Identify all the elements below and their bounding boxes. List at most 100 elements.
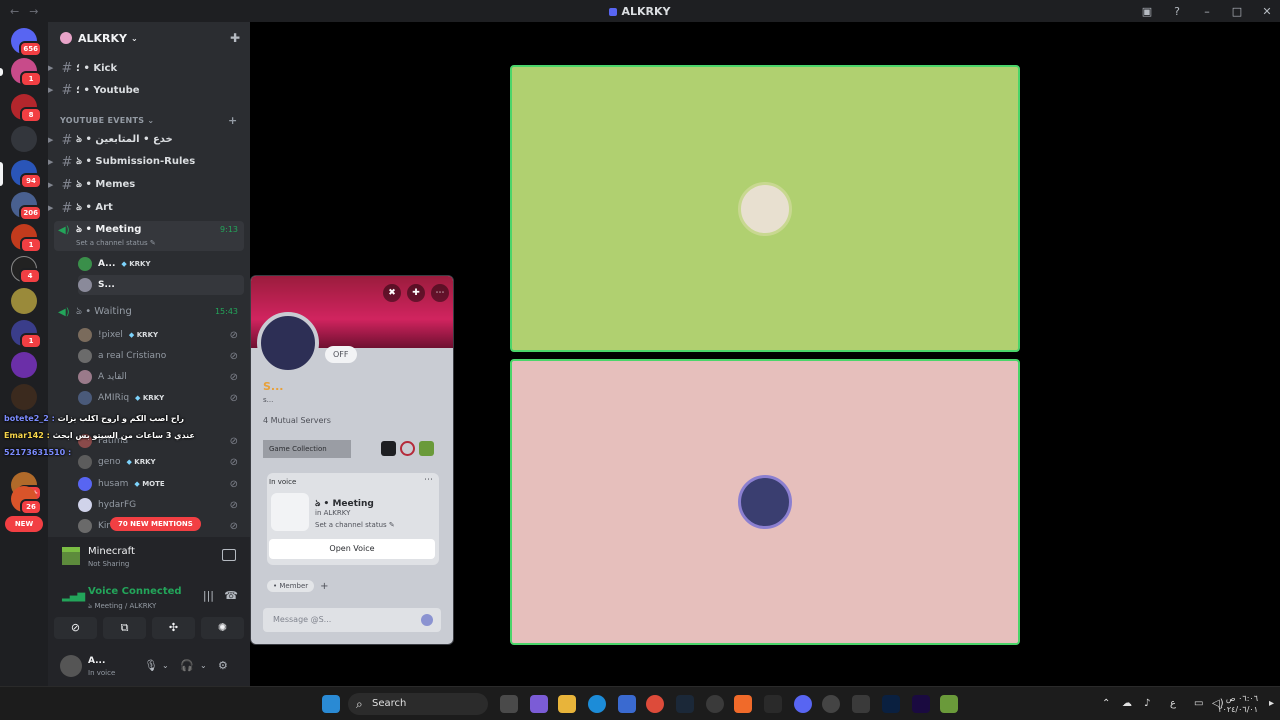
create-channel-icon[interactable]: + <box>228 114 238 127</box>
voice-channel-meeting[interactable]: ◀) ঌ • Meeting 9:13 Set a channel status… <box>54 221 244 251</box>
camera-off-button[interactable]: ⊘ <box>54 617 97 639</box>
game-icon[interactable] <box>400 441 415 456</box>
maximize-button[interactable]: □ <box>1230 5 1244 18</box>
language-indicator[interactable]: ع <box>1170 698 1176 709</box>
server-icon[interactable]: 26 <box>11 486 42 515</box>
soundboard-button[interactable]: ✺ <box>201 617 244 639</box>
crossed-swords-icon[interactable]: ✖ <box>383 284 401 302</box>
voice-location[interactable]: ঌ Meeting / ALKRKY <box>88 600 156 612</box>
voice-member[interactable]: A... KRKY <box>78 254 244 274</box>
cloud-icon[interactable]: ☁ <box>1122 698 1132 709</box>
premiere-icon[interactable] <box>912 695 930 713</box>
x-icon[interactable] <box>764 695 782 713</box>
discord-icon[interactable] <box>794 695 812 713</box>
server-icon[interactable] <box>11 352 37 378</box>
server-icon[interactable]: 1 <box>11 320 42 349</box>
obs-icon[interactable] <box>822 695 840 713</box>
chrome-icon[interactable] <box>646 695 664 713</box>
inbox-icon[interactable]: ▣ <box>1140 5 1154 18</box>
server-icon[interactable]: 206 <box>11 192 42 221</box>
store-icon[interactable] <box>618 695 636 713</box>
avatar[interactable] <box>60 655 82 677</box>
chevron-down-icon[interactable]: ⌄ <box>162 661 169 670</box>
brave-icon[interactable] <box>734 695 752 713</box>
back-arrow-icon[interactable]: ← <box>10 5 19 18</box>
role-chip[interactable]: • Member <box>267 580 315 592</box>
voice-channel-waiting[interactable]: ◀) ঌ • Waiting 15:43 <box>54 303 244 323</box>
steam-icon[interactable] <box>676 695 694 713</box>
settings-app-icon[interactable] <box>706 695 724 713</box>
game-icon[interactable] <box>381 441 396 456</box>
guild-header[interactable]: ALKRKY ⌄ ✚ <box>48 22 250 54</box>
forward-arrow-icon[interactable]: → <box>29 5 38 18</box>
file-explorer-icon[interactable] <box>558 695 576 713</box>
channel-submission-rules[interactable]: ▶ # ঌ • Submission-Rules <box>48 152 244 172</box>
disconnect-icon[interactable]: ☎ <box>224 589 238 602</box>
start-icon[interactable] <box>322 695 340 713</box>
voice-member[interactable]: husam MOTE ⊘ <box>78 474 244 494</box>
game-collection[interactable]: Game Collection <box>263 440 351 458</box>
chevron-up-icon[interactable]: ⌃ <box>1102 698 1110 709</box>
copilot-icon[interactable] <box>530 695 548 713</box>
emoji-icon[interactable] <box>421 614 433 626</box>
invite-people-icon[interactable]: ✚ <box>230 31 240 45</box>
help-icon[interactable]: ? <box>1170 5 1184 18</box>
app-icon[interactable] <box>852 695 870 713</box>
user-name[interactable]: A... <box>88 656 105 666</box>
participant-tile[interactable] <box>510 359 1020 645</box>
new-badge[interactable]: NEW <box>5 516 43 532</box>
home-button[interactable]: 656 <box>11 28 42 57</box>
more-icon[interactable]: ⋯ <box>431 284 449 302</box>
channel-status[interactable]: Set a channel status ✎ <box>76 239 244 247</box>
voice-member[interactable]: A القايد ⊘ <box>78 367 244 387</box>
voice-member[interactable]: AMIRiq KRKY ⊘ <box>78 388 244 408</box>
task-view-icon[interactable] <box>500 695 518 713</box>
message-input[interactable]: Message @S... <box>263 608 441 632</box>
voice-member[interactable]: hydarFG ⊘ <box>78 495 244 515</box>
notification-icon[interactable]: ▸ <box>1269 698 1274 709</box>
server-icon[interactable] <box>11 384 37 410</box>
minecraft-icon[interactable] <box>940 695 958 713</box>
server-icon[interactable]: 4 <box>11 256 41 284</box>
channel-memes[interactable]: ▶ # ঌ • Memes <box>48 175 244 195</box>
new-mentions-button[interactable]: 70 NEW MENTIONS <box>110 517 201 531</box>
voice-member[interactable]: !pixel KRKY ⊘ <box>78 325 244 345</box>
voice-member[interactable]: a real Cristiano ⊘ <box>78 346 244 366</box>
minecraft-icon[interactable] <box>419 441 434 456</box>
close-button[interactable]: ✕ <box>1260 5 1274 18</box>
more-icon[interactable]: ⋯ <box>424 475 433 485</box>
server-icon[interactable]: 1 <box>11 58 42 87</box>
mutual-servers[interactable]: 4 Mutual Servers <box>263 416 331 425</box>
system-clock[interactable]: ٠٦:٠٦ ص ٢٠٢٤/٠٦/٠١ <box>1218 693 1258 715</box>
minimize-button[interactable]: – <box>1200 5 1214 18</box>
category-header[interactable]: YOUTUBE EVENTS ⌄ + <box>60 114 237 127</box>
microphone-icon[interactable]: 🎙 <box>144 659 158 672</box>
gear-icon[interactable]: ⚙ <box>218 659 228 672</box>
activities-button[interactable]: ✣ <box>152 617 195 639</box>
voice-status[interactable]: Voice Connected <box>88 586 182 597</box>
channel-youtube[interactable]: ▶ # ؛ • Youtube <box>48 80 244 100</box>
photoshop-icon[interactable] <box>882 695 900 713</box>
screen-share-button[interactable]: ⧉ <box>103 617 146 639</box>
participant-tile[interactable] <box>510 65 1020 352</box>
open-voice-button[interactable]: Open Voice <box>269 539 435 559</box>
server-icon[interactable]: 8 <box>11 94 42 123</box>
taskbar-search[interactable]: Search <box>348 693 488 715</box>
channel-kick[interactable]: ▶ # ؛ • Kick <box>48 58 244 78</box>
profile-avatar[interactable] <box>257 312 319 374</box>
add-role-icon[interactable]: + <box>320 581 328 592</box>
chevron-down-icon[interactable]: ⌄ <box>200 661 207 670</box>
microphone-tray-icon[interactable]: ♪ <box>1144 698 1150 709</box>
channel-tricks[interactable]: ▶ # ঌ • خدع • المتابعين <box>48 130 244 150</box>
add-friend-icon[interactable]: ✚ <box>407 284 425 302</box>
server-icon[interactable]: 94 <box>11 160 42 189</box>
edge-icon[interactable] <box>588 695 606 713</box>
voice-member[interactable]: S... <box>78 275 244 295</box>
server-icon[interactable] <box>11 288 37 314</box>
server-icon[interactable] <box>11 126 37 152</box>
channel-art[interactable]: ▶ # ঌ • Art <box>48 198 244 218</box>
network-icon[interactable]: ▭ <box>1194 698 1203 709</box>
headphones-icon[interactable]: 🎧 <box>180 659 194 672</box>
server-icon[interactable]: 1 <box>11 224 42 253</box>
noise-suppression-icon[interactable]: ||| <box>203 589 214 602</box>
